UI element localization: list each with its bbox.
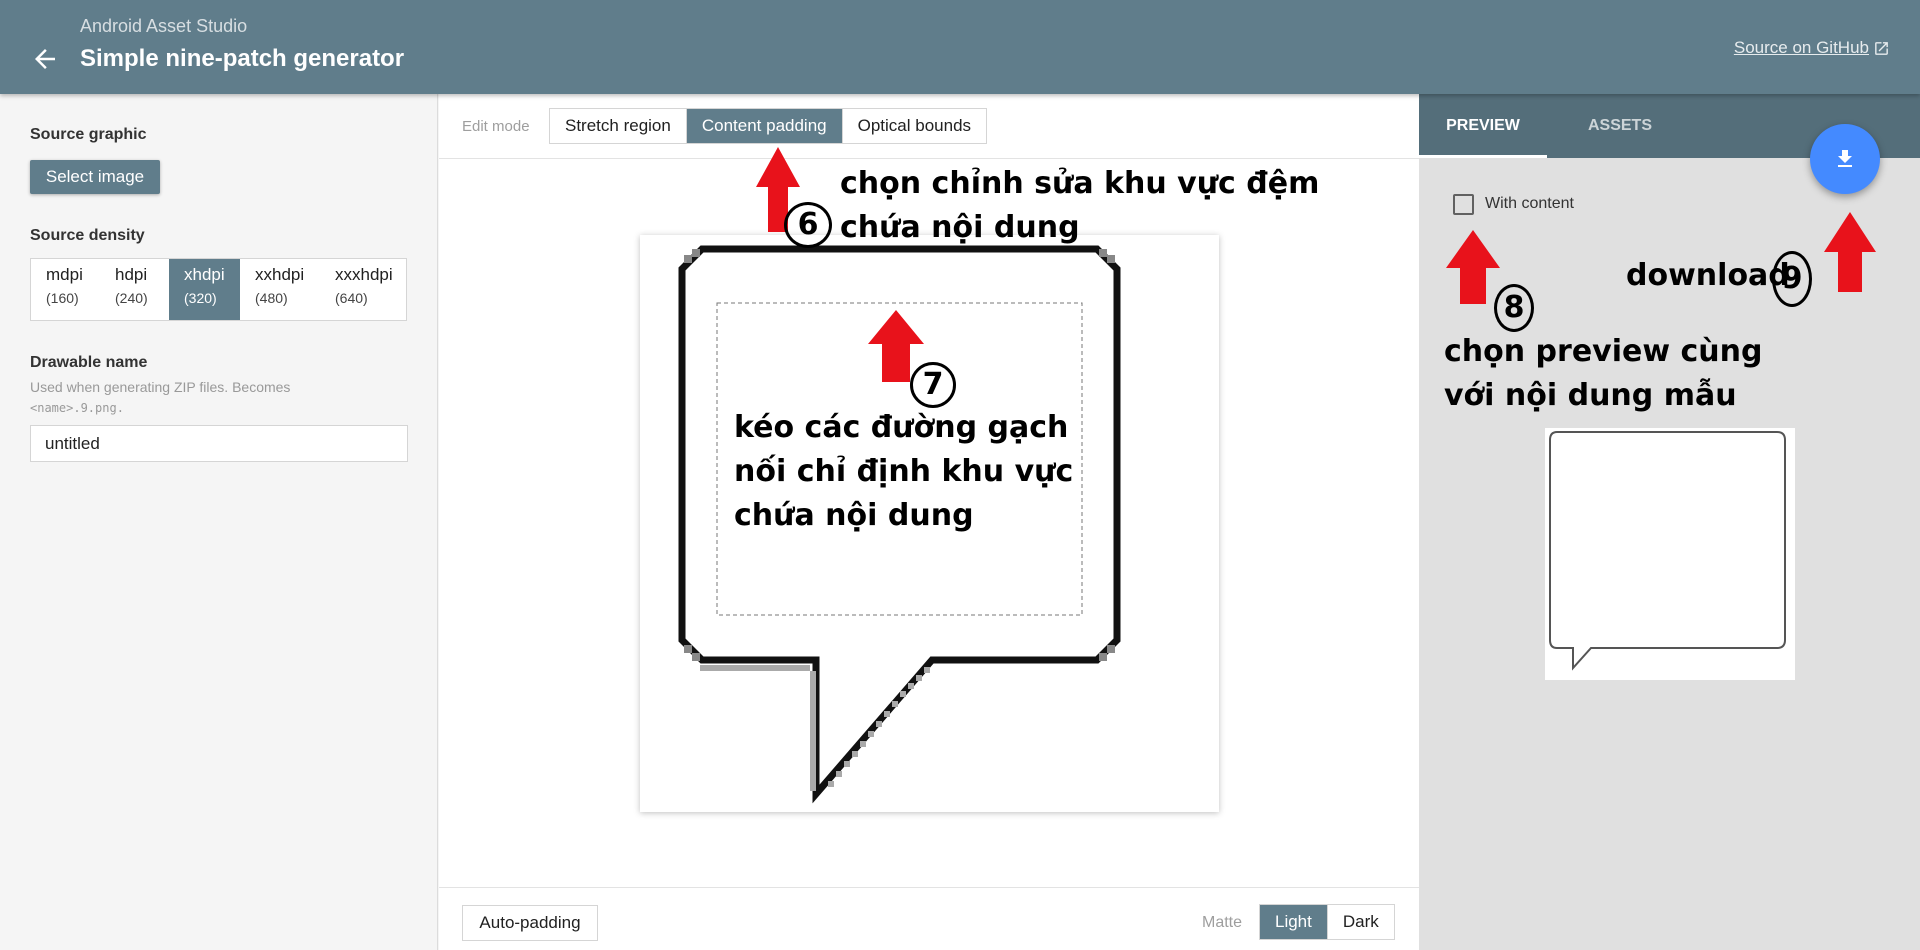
density-selector: mdpi (160) hdpi (240) xhdpi (320) xxhdpi… bbox=[30, 258, 407, 321]
matte-light[interactable]: Light bbox=[1260, 905, 1328, 939]
step-8-line-1: chọn preview cùng bbox=[1444, 334, 1763, 369]
app-name: Android Asset Studio bbox=[80, 16, 248, 36]
with-content-label[interactable]: With content bbox=[1485, 195, 1574, 213]
open-in-new-icon bbox=[1875, 41, 1888, 55]
density-name: xhdpi bbox=[184, 265, 225, 284]
preview-bubble-image bbox=[1549, 431, 1786, 671]
tab-assets[interactable]: ASSETS bbox=[1565, 94, 1675, 158]
matte-selector: Light Dark bbox=[1259, 904, 1395, 940]
density-option-xhdpi[interactable]: xhdpi (320) bbox=[169, 259, 240, 320]
density-name: xxhdpi bbox=[255, 265, 305, 284]
density-option-mdpi[interactable]: mdpi (160) bbox=[31, 259, 100, 320]
github-link-label[interactable]: Source on GitHub bbox=[1734, 38, 1869, 58]
density-value: (160) bbox=[46, 290, 79, 306]
drawable-name-input[interactable] bbox=[30, 425, 408, 462]
matte-dark[interactable]: Dark bbox=[1327, 905, 1394, 939]
arrow-back-icon[interactable] bbox=[30, 44, 60, 74]
step-7-line-1: kéo các đường gạch bbox=[734, 410, 1069, 445]
matte-label: Matte bbox=[1202, 914, 1243, 931]
density-option-xxhdpi[interactable]: xxhdpi (480) bbox=[240, 259, 320, 320]
page-title: Simple nine-patch generator bbox=[80, 45, 405, 72]
annotation-arrow-8 bbox=[1446, 230, 1500, 304]
github-link[interactable]: Source on GitHub bbox=[1734, 38, 1890, 58]
density-name: mdpi bbox=[46, 265, 83, 284]
mode-content-padding[interactable]: Content padding bbox=[686, 109, 843, 143]
density-option-hdpi[interactable]: hdpi (240) bbox=[100, 259, 169, 320]
download-icon bbox=[1838, 150, 1852, 167]
auto-padding-button[interactable]: Auto-padding bbox=[462, 905, 598, 941]
density-value: (640) bbox=[335, 290, 368, 306]
edit-mode-label: Edit mode bbox=[462, 118, 530, 135]
annotation-arrow-9 bbox=[1824, 212, 1876, 292]
density-option-xxxhdpi[interactable]: xxxhdpi (640) bbox=[320, 259, 406, 320]
edit-mode-selector: Stretch region Content padding Optical b… bbox=[549, 108, 988, 144]
density-value: (240) bbox=[115, 290, 148, 306]
drawable-name-hint: Used when generating ZIP files. Becomes … bbox=[30, 377, 360, 418]
step-9-label: download bbox=[1626, 258, 1790, 293]
editor-bottom-bar: Auto-padding Matte Light Dark bbox=[439, 887, 1419, 950]
density-name: xxxhdpi bbox=[335, 265, 393, 284]
editor-toolbar: Edit mode Stretch region Content padding… bbox=[439, 94, 1419, 159]
density-name: hdpi bbox=[115, 265, 148, 284]
density-value: (480) bbox=[255, 290, 288, 306]
step-8-badge: 8 bbox=[1494, 284, 1534, 332]
nine-patch-preview bbox=[1545, 428, 1795, 680]
step-6-badge: 6 bbox=[784, 202, 832, 248]
drawable-hint-text: Used when generating ZIP files. Becomes bbox=[30, 379, 291, 395]
drawable-name-label: Drawable name bbox=[30, 354, 148, 371]
step-7-badge: 7 bbox=[910, 362, 956, 408]
tab-preview[interactable]: PREVIEW bbox=[1419, 94, 1547, 158]
step-7-line-3: chứa nội dung bbox=[734, 498, 974, 533]
density-value: (320) bbox=[184, 290, 217, 306]
select-image-button[interactable]: Select image bbox=[30, 160, 160, 194]
mode-stretch-region[interactable]: Stretch region bbox=[550, 109, 687, 143]
drawable-hint-filename: <name>.9.png. bbox=[30, 401, 124, 415]
step-7-line-2: nối chỉ định khu vực bbox=[734, 454, 1074, 489]
left-panel: Source graphic Select image Source densi… bbox=[0, 94, 438, 950]
step-6-line-1: chọn chỉnh sửa khu vực đệm bbox=[840, 166, 1320, 201]
source-graphic-label: Source graphic bbox=[30, 126, 147, 143]
app-header: Android Asset Studio Simple nine-patch g… bbox=[0, 0, 1920, 94]
source-density-label: Source density bbox=[30, 227, 145, 244]
step-8-line-2: với nội dung mẫu bbox=[1444, 378, 1737, 413]
with-content-checkbox[interactable] bbox=[1453, 194, 1474, 215]
download-button[interactable] bbox=[1810, 124, 1880, 194]
mode-optical-bounds[interactable]: Optical bounds bbox=[842, 109, 987, 143]
step-6-line-2: chứa nội dung bbox=[840, 210, 1080, 245]
